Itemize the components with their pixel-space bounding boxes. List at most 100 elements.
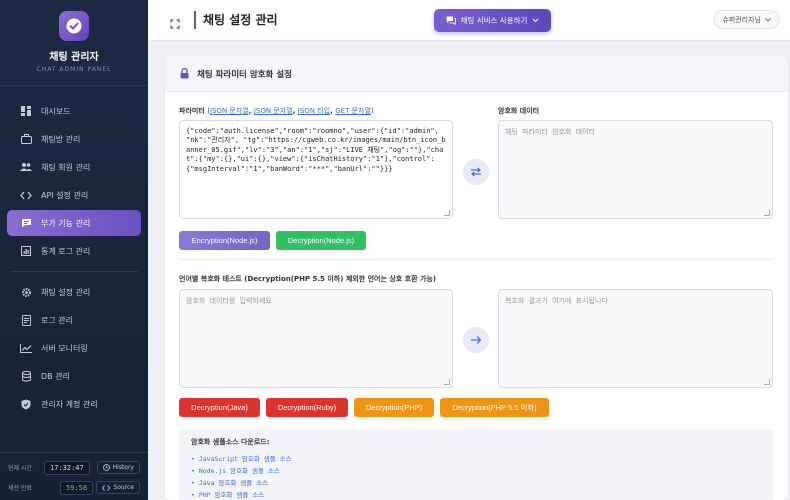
chat-service-button[interactable]: 채팅 서비스 사용하기 bbox=[434, 9, 551, 32]
sidebar-item-label: 채팅 설정 관리 bbox=[41, 287, 91, 297]
sidebar-nav: 대시보드 채팅방 관리 채팅 회원 관리 API 설정 관리 부가 기능 관리 … bbox=[0, 86, 148, 417]
sidebar-item-monitoring[interactable]: 서버 모니터링 bbox=[7, 335, 141, 361]
lock-icon bbox=[180, 68, 189, 79]
database-icon bbox=[19, 369, 33, 383]
chevron-down-icon bbox=[765, 17, 771, 22]
expand-icon[interactable] bbox=[170, 14, 180, 33]
decrypt-ruby-button[interactable]: Decryption(Ruby) bbox=[266, 398, 348, 417]
gear-icon bbox=[19, 285, 33, 299]
decrypt-php55-button[interactable]: Decryption(PHP 5.5 이하) bbox=[440, 398, 549, 417]
current-time-label: 현재 시간 bbox=[8, 465, 32, 472]
decrypt-output-placeholder: 복호화 결과가 여기에 표시됩니다 bbox=[505, 297, 608, 305]
dashboard-icon bbox=[19, 104, 33, 118]
card-header: 채팅 파라미터 암호화 설정 bbox=[165, 56, 788, 92]
encrypted-placeholder: 채팅 파라미터 암호화 데이터 bbox=[505, 128, 595, 136]
clock-icon bbox=[102, 464, 110, 471]
current-time: 17:32:47 bbox=[44, 460, 90, 475]
sidebar-item-label: 서버 모니터링 bbox=[41, 343, 88, 353]
history-button-label: History bbox=[112, 464, 134, 471]
document-icon bbox=[19, 313, 33, 327]
line-chart-icon bbox=[19, 341, 33, 355]
resize-handle[interactable] bbox=[444, 210, 450, 216]
source-button[interactable]: Source bbox=[96, 481, 140, 494]
download-title: 암호화 샘플소스 다운로드: bbox=[191, 438, 270, 446]
param-value: {"code":"auth.license","room":"roomno","… bbox=[186, 127, 446, 173]
sidebar-item-label: 채팅방 관리 bbox=[41, 134, 81, 144]
chart-icon bbox=[19, 244, 33, 258]
user-menu[interactable]: 슈퍼관리자님 bbox=[713, 10, 780, 29]
param-label: 파라미터 bbox=[179, 107, 205, 115]
param-link-get-string[interactable]: GET 문자열 bbox=[335, 107, 371, 115]
sidebar-item-stats[interactable]: 통계 로그 관리 bbox=[7, 238, 141, 264]
param-label-row: 파라미터 (JSON 문자열, JSON 문자열, JSON 타입, GET 문… bbox=[179, 107, 374, 115]
sidebar-item-label: 채팅 회원 관리 bbox=[41, 162, 91, 172]
decrypt-input-placeholder: 암호화 데이터를 입력하세요 bbox=[186, 297, 272, 305]
session-remaining: 59:58 bbox=[60, 480, 94, 495]
param-textarea[interactable]: {"code":"auth.license","room":"roomno","… bbox=[179, 120, 453, 219]
sidebar-item-label: DB 관리 bbox=[41, 371, 70, 381]
sidebar-item-label: 대시보드 bbox=[41, 106, 71, 116]
sidebar-item-chat-settings[interactable]: 채팅 설정 관리 bbox=[7, 279, 141, 305]
param-link-json-string-2[interactable]: JSON 문자열 bbox=[254, 107, 293, 115]
brand-title: 채팅 관리자 bbox=[49, 52, 99, 63]
resize-handle[interactable] bbox=[444, 379, 450, 385]
sidebar-item-logs[interactable]: 로그 관리 bbox=[7, 307, 141, 333]
history-button[interactable]: History bbox=[96, 461, 140, 474]
chat-service-label: 채팅 서비스 사용하기 bbox=[460, 16, 528, 25]
sidebar-item-label: 통계 로그 관리 bbox=[41, 246, 91, 256]
decrypt-run-button[interactable] bbox=[463, 327, 489, 353]
sidebar: 채팅 관리자 CHAT ADMIN PANEL 대시보드 채팅방 관리 채팅 회… bbox=[0, 0, 148, 500]
param-link-json-string[interactable]: JSON 문자열 bbox=[210, 107, 249, 115]
code-icon bbox=[19, 188, 33, 202]
encrypt-node-button[interactable]: Encryption(Node.js) bbox=[179, 231, 270, 250]
param-links-close: ) bbox=[370, 107, 374, 115]
code-icon bbox=[102, 484, 111, 491]
shield-icon bbox=[19, 397, 33, 411]
page-title: 채팅 설정 관리 bbox=[194, 11, 278, 29]
sidebar-item-admin-accounts[interactable]: 관리자 계정 관리 bbox=[7, 391, 141, 417]
download-java-link[interactable]: Java 암호화 샘플 소스 bbox=[191, 477, 761, 487]
decrypt-php-button[interactable]: Decryption(PHP) bbox=[354, 398, 434, 417]
sidebar-item-label: 관리자 계정 관리 bbox=[41, 399, 98, 409]
session-label: 세션 만료 bbox=[8, 485, 32, 492]
swap-arrows-icon bbox=[471, 167, 481, 177]
resize-handle[interactable] bbox=[764, 210, 770, 216]
section-divider bbox=[179, 259, 773, 260]
session-panel: 현재 시간 17:32:47 History 세션 만료 59:58 Sourc… bbox=[0, 452, 148, 500]
encrypted-textarea[interactable]: 채팅 파라미터 암호화 데이터 bbox=[498, 120, 773, 219]
sidebar-item-chatroom[interactable]: 채팅방 관리 bbox=[7, 126, 141, 152]
download-list: JavaScript 암호화 샘플 소스 Node.js 암호화 샘플 소스 J… bbox=[191, 453, 761, 499]
compat-label: 언어별 복호화 테스트 (Decryption(PHP 5.5 이하) 제외한 … bbox=[179, 275, 437, 283]
chevron-down-icon bbox=[533, 18, 539, 23]
resize-handle[interactable] bbox=[764, 379, 770, 385]
sidebar-item-label: 로그 관리 bbox=[41, 315, 73, 325]
sidebar-item-dashboard[interactable]: 대시보드 bbox=[7, 98, 141, 124]
sidebar-item-api[interactable]: API 설정 관리 bbox=[7, 182, 141, 208]
decrypt-input-textarea[interactable]: 암호화 데이터를 입력하세요 bbox=[179, 289, 453, 388]
sidebar-item-addons[interactable]: 부가 기능 관리 bbox=[7, 210, 141, 236]
brand-subtitle: CHAT ADMIN PANEL bbox=[36, 66, 112, 73]
source-button-label: Source bbox=[113, 484, 134, 491]
param-link-json-type[interactable]: JSON 타입 bbox=[298, 107, 330, 115]
swap-button[interactable] bbox=[463, 159, 489, 185]
sidebar-item-db[interactable]: DB 관리 bbox=[7, 363, 141, 389]
card-title: 채팅 파라미터 암호화 설정 bbox=[197, 69, 292, 80]
download-node-link[interactable]: Node.js 암호화 샘플 소스 bbox=[191, 465, 761, 475]
users-icon bbox=[19, 160, 33, 174]
top-header: 채팅 설정 관리 채팅 서비스 사용하기 슈퍼관리자님 bbox=[148, 0, 790, 41]
sidebar-item-label: 부가 기능 관리 bbox=[41, 218, 91, 228]
briefcase-icon bbox=[19, 132, 33, 146]
encryption-settings-card: 채팅 파라미터 암호화 설정 파라미터 (JSON 문자열, JSON 문자열,… bbox=[165, 56, 788, 500]
chat-icon bbox=[446, 16, 456, 25]
brand: 채팅 관리자 CHAT ADMIN PANEL bbox=[0, 0, 148, 86]
arrow-right-icon bbox=[471, 336, 482, 344]
download-js-link[interactable]: JavaScript 암호화 샘플 소스 bbox=[191, 453, 761, 463]
decrypt-node-button[interactable]: Decryption(Node.js) bbox=[276, 231, 366, 250]
chat-bubble-icon bbox=[19, 216, 33, 230]
decrypt-output-textarea[interactable]: 복호화 결과가 여기에 표시됩니다 bbox=[498, 289, 773, 388]
download-php-link[interactable]: PHP 암호화 샘플 소스 bbox=[191, 489, 761, 499]
sidebar-item-members[interactable]: 채팅 회원 관리 bbox=[7, 154, 141, 180]
sample-download-box: 암호화 샘플소스 다운로드: JavaScript 암호화 샘플 소스 Node… bbox=[179, 429, 773, 500]
decrypt-java-button[interactable]: Decryption(Java) bbox=[179, 398, 260, 417]
sidebar-item-label: API 설정 관리 bbox=[41, 190, 89, 200]
